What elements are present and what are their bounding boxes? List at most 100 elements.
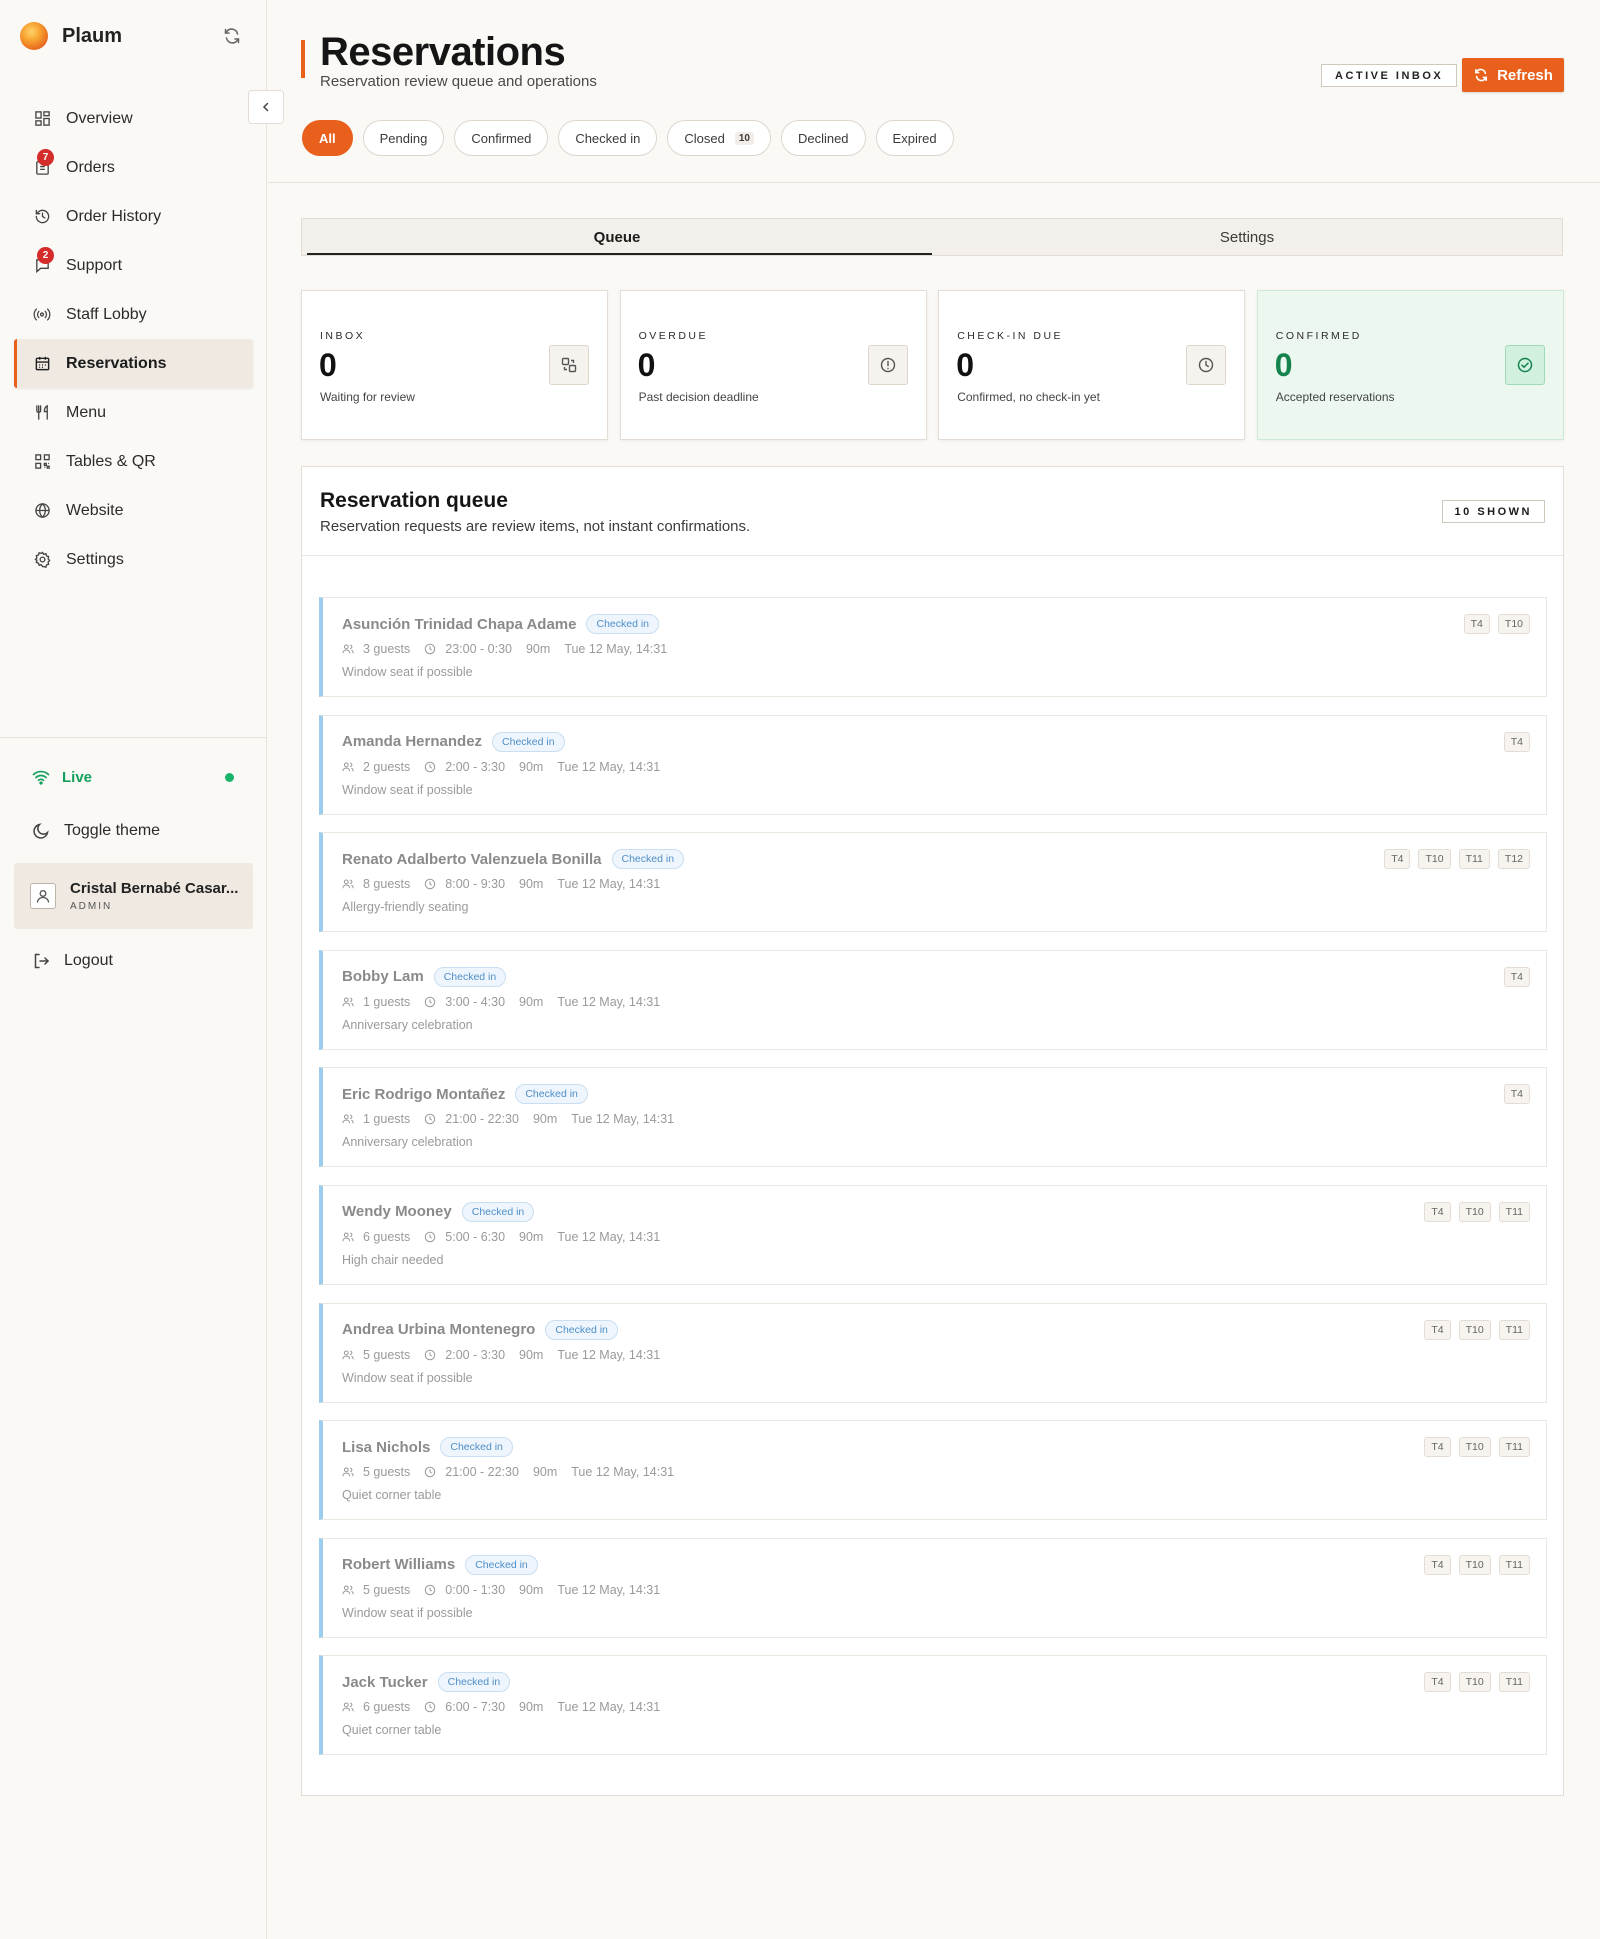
sidebar-item-support[interactable]: Support 2 [14, 241, 253, 290]
stat-card-check-in-due: CHECK-IN DUE 0 Confirmed, no check-in yet [938, 290, 1246, 440]
reservation-header: Wendy Mooney Checked in [342, 1201, 535, 1222]
guest-name: Eric Rodrigo Montañez [342, 1085, 506, 1103]
table-tag: T4 [1424, 1201, 1451, 1222]
filter-label: Pending [379, 130, 428, 146]
table-tag: T11 [1498, 1319, 1530, 1340]
page-subtitle: Reservation review queue and operations [320, 73, 597, 90]
sync-icon[interactable] [222, 26, 242, 46]
view-tabs: Queue Settings [301, 218, 1563, 256]
reservation-card[interactable]: Asunción Trinidad Chapa Adame Checked in 3… [319, 597, 1547, 697]
reservation-card[interactable]: Lisa Nichols Checked in 5 guests 21:00 - 22… [319, 1420, 1547, 1521]
time-slot-text: 23:00 - 0:30 [445, 642, 512, 656]
created-date: Tue 12 May, 14:31 [557, 1700, 661, 1715]
guest-name: Amanda Hernandez [342, 733, 483, 751]
reservation-header: Jack Tucker Checked in [342, 1672, 511, 1693]
reservation-card[interactable]: Jack Tucker Checked in 6 guests 6:00 - 7:30… [319, 1655, 1547, 1756]
sidebar-item-order-history[interactable]: Order History [14, 192, 253, 241]
sidebar-item-label: Settings [66, 550, 124, 568]
shown-count-badge: 10 SHOWN [1441, 500, 1545, 523]
notification-badge: 2 [37, 247, 54, 264]
reservation-note: Anniversary celebration [342, 1135, 473, 1150]
sidebar-item-settings[interactable]: Settings [14, 535, 253, 584]
collapse-sidebar-button[interactable] [248, 90, 284, 124]
time-slot: 3:00 - 4:30 [424, 995, 505, 1009]
table-tag: T4 [1424, 1554, 1451, 1575]
live-label: Live [62, 768, 93, 786]
clock-icon [424, 1113, 441, 1125]
time-slot: 8:00 - 9:30 [424, 877, 505, 891]
reservation-header: Robert Williams Checked in [342, 1554, 538, 1575]
reservation-card[interactable]: Bobby Lam Checked in 1 guests 3:00 - 4:30 90… [319, 949, 1547, 1050]
filter-checked-in[interactable]: Checked in [558, 120, 658, 156]
status-badge: Checked in [440, 1437, 513, 1458]
filter-declined[interactable]: Declined [780, 120, 866, 156]
guests-icon [342, 1584, 359, 1596]
filter-label: All [319, 130, 336, 146]
reservation-card[interactable]: Renato Adalberto Valenzuela Bonilla Check… [319, 832, 1547, 933]
table-tag: T4 [1503, 731, 1530, 752]
status-badge: Checked in [433, 966, 507, 987]
reservation-meta: 1 guests 3:00 - 4:30 90m Tue 12 May, 14:31 [342, 995, 674, 1009]
user-name: Cristal Bernabé Casar... [70, 880, 239, 897]
reservation-card[interactable]: Amanda Hernandez Checked in 2 guests 2:00 -… [319, 714, 1547, 815]
refresh-icon [1475, 68, 1488, 82]
reservation-card[interactable]: Eric Rodrigo Montañez Checked in 1 guests 2… [319, 1067, 1547, 1168]
clock-icon [1186, 345, 1227, 385]
filter-all[interactable]: All [302, 120, 353, 156]
sidebar: Plaum Overview Orders 7 Order History Suppor… [0, 0, 267, 1939]
guest-name: Asunción Trinidad Chapa Adame [342, 615, 577, 633]
sidebar-item-website[interactable]: Website [14, 486, 253, 535]
guest-name: Robert Williams [342, 1556, 456, 1574]
sidebar-item-menu[interactable]: Menu [14, 388, 253, 437]
sidebar-item-tables-qr[interactable]: Tables & QR [14, 437, 253, 486]
sidebar-item-staff-lobby[interactable]: Staff Lobby [14, 290, 253, 339]
reservation-meta: 1 guests 21:00 - 22:30 90m Tue 12 May, 14:3… [342, 1112, 688, 1126]
clock-icon [424, 1701, 441, 1713]
sidebar-item-label: Menu [66, 403, 107, 421]
notification-badge: 7 [37, 149, 54, 166]
refresh-button[interactable]: Refresh [1462, 58, 1564, 92]
status-badge: Checked in [437, 1672, 511, 1693]
sidebar-item-reservations[interactable]: Reservations [14, 339, 253, 388]
guest-count: 3 guests [342, 642, 410, 656]
filter-expired[interactable]: Expired [875, 120, 954, 156]
time-slot-text: 21:00 - 22:30 [445, 1112, 519, 1127]
reservation-note: Window seat if possible [342, 1370, 473, 1385]
reservation-card[interactable]: Andrea Urbina Montenegro Checked in 5 gues… [319, 1302, 1547, 1403]
stats-row: INBOX 0 Waiting for review OVERDUE 0 Past dec… [301, 290, 1564, 440]
stat-description: Waiting for review [320, 390, 415, 404]
sidebar-item-overview[interactable]: Overview [14, 94, 253, 143]
reservation-header: Andrea Urbina Montenegro Checked in [342, 1319, 618, 1340]
table-tag: T4 [1503, 966, 1530, 987]
qr-icon [32, 452, 52, 472]
created-date: Tue 12 May, 14:31 [557, 877, 661, 892]
tab-settings[interactable]: Settings [932, 219, 1562, 255]
status-badge: Checked in [515, 1084, 588, 1105]
filter-pending[interactable]: Pending [362, 120, 445, 156]
filter-closed[interactable]: Closed 10 [667, 120, 771, 156]
filter-confirmed[interactable]: Confirmed [454, 120, 549, 156]
time-slot: 2:00 - 3:30 [424, 1348, 505, 1362]
reservation-card[interactable]: Robert Williams Checked in 5 guests 0:00 - … [319, 1537, 1547, 1638]
tab-queue[interactable]: Queue [302, 219, 932, 255]
reservation-card[interactable]: Wendy Mooney Checked in 6 guests 5:00 - 6:3… [319, 1184, 1547, 1285]
clock-icon [424, 878, 441, 890]
table-tag: T4 [1384, 849, 1411, 870]
guest-count: 2 guests [342, 760, 410, 774]
sidebar-item-orders[interactable]: Orders 7 [14, 143, 253, 192]
reservation-queue-panel: Reservation queue Reservation requests a… [301, 466, 1564, 1796]
guest-name: Renato Adalberto Valenzuela Bonilla [342, 850, 602, 868]
assigned-tables: T4 T10 T11 T12 [1376, 849, 1530, 870]
created-date: Tue 12 May, 14:31 [557, 994, 661, 1009]
sidebar-item-label: Tables & QR [66, 452, 156, 470]
stat-description: Past decision deadline [638, 390, 759, 404]
table-tag: T11 [1498, 1672, 1530, 1693]
toggle-theme-label: Toggle theme [64, 822, 161, 839]
guest-count-text: 3 guests [363, 642, 411, 656]
assigned-tables: T4 [1496, 731, 1530, 752]
guest-count-text: 6 guests [363, 1229, 411, 1244]
user-profile-card[interactable]: Cristal Bernabé Casar... ADMIN [14, 863, 253, 929]
queue-header: Reservation queue Reservation requests a… [302, 467, 1563, 556]
logout-button[interactable]: Logout [32, 948, 113, 974]
toggle-theme-button[interactable]: Toggle theme [32, 818, 160, 844]
